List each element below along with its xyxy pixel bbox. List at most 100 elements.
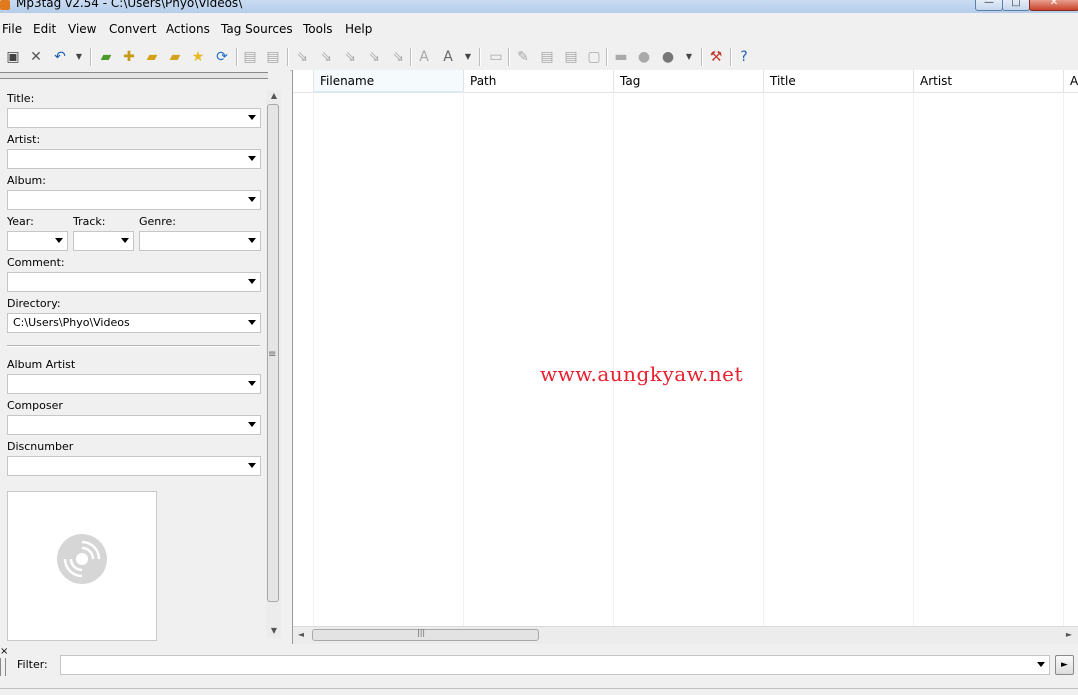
- case-dropdown-icon[interactable]: ▼: [463, 47, 473, 67]
- open-folder-icon[interactable]: ▰: [165, 47, 185, 67]
- column-header-label: Artist: [920, 74, 953, 88]
- copy-tag-icon[interactable]: ▤: [240, 47, 260, 67]
- filename-filename-icon[interactable]: ⇘: [340, 47, 360, 67]
- menu-actions[interactable]: Actions: [166, 22, 210, 36]
- export-icon[interactable]: ▤: [537, 47, 557, 67]
- composer-field[interactable]: [7, 415, 261, 435]
- column-gridline: [613, 92, 614, 626]
- scroll-left-icon[interactable]: ◄: [295, 630, 307, 639]
- save-icon[interactable]: ▣: [3, 47, 23, 67]
- column-header-title[interactable]: Title: [764, 70, 914, 92]
- favorites-star-icon[interactable]: ★: [188, 47, 208, 67]
- chevron-down-icon[interactable]: [248, 463, 256, 468]
- title-field[interactable]: [7, 108, 261, 128]
- comment-field[interactable]: [7, 272, 261, 292]
- mp3tag-app-icon: [0, 0, 10, 10]
- directory-value: C:\Users\Phyo\Videos: [13, 316, 130, 329]
- comment-label: Comment:: [7, 256, 65, 269]
- discnumber-field[interactable]: [7, 456, 261, 476]
- edit-tag-icon[interactable]: ✎: [513, 47, 533, 67]
- extended-tags-icon[interactable]: ▭: [486, 47, 506, 67]
- chevron-down-icon[interactable]: [55, 238, 63, 243]
- genre-field[interactable]: [139, 231, 261, 251]
- discogs-icon[interactable]: ●: [634, 47, 654, 67]
- chevron-down-icon[interactable]: [248, 279, 256, 284]
- filename-tag-icon[interactable]: ⇘: [316, 47, 336, 67]
- album-field[interactable]: [7, 190, 261, 210]
- refresh-icon[interactable]: ⟳: [212, 47, 232, 67]
- maximize-icon: □: [1011, 0, 1021, 8]
- column-header-label: Tag: [620, 74, 641, 88]
- add-directory-icon[interactable]: ✚: [119, 47, 139, 67]
- tag-sources-icon[interactable]: ●: [658, 47, 678, 67]
- change-directory-icon[interactable]: ▰: [96, 47, 116, 67]
- file-list[interactable]: Filename ^ Path Tag Title Artist A www.a…: [292, 70, 1078, 644]
- track-field[interactable]: [73, 231, 134, 251]
- cover-art[interactable]: [7, 491, 157, 641]
- menu-help[interactable]: Help: [345, 22, 372, 36]
- close-button[interactable]: ✕: [1029, 0, 1078, 11]
- options-icon[interactable]: ⚒: [706, 47, 726, 67]
- autonumber-icon[interactable]: A: [414, 47, 434, 67]
- freedb-icon[interactable]: ▬: [611, 47, 631, 67]
- tag-tag-icon[interactable]: ⇘: [388, 47, 408, 67]
- splitter-grip-icon[interactable]: ≡: [268, 349, 276, 360]
- toolbar-separator: [90, 48, 92, 66]
- menu-tag-sources[interactable]: Tag Sources: [221, 22, 293, 36]
- album-artist-field[interactable]: [7, 374, 261, 394]
- filter-go-button[interactable]: ►: [1055, 655, 1074, 675]
- menu-edit[interactable]: Edit: [33, 22, 56, 36]
- chevron-down-icon[interactable]: [248, 422, 256, 427]
- chevron-down-icon[interactable]: [248, 381, 256, 386]
- minimize-button[interactable]: —: [975, 0, 1003, 11]
- chevron-down-icon[interactable]: [248, 156, 256, 161]
- chevron-down-icon[interactable]: [248, 115, 256, 120]
- menu-tools[interactable]: Tools: [303, 22, 333, 36]
- composer-label: Composer: [7, 399, 63, 412]
- year-field[interactable]: [7, 231, 68, 251]
- scroll-down-icon[interactable]: ▼: [268, 626, 280, 635]
- remove-icon[interactable]: ✕: [26, 47, 46, 67]
- column-header-filename[interactable]: Filename ^: [314, 70, 464, 92]
- filter-close-icon[interactable]: ×: [0, 646, 8, 657]
- scroll-right-icon[interactable]: ►: [1063, 630, 1075, 639]
- menu-file[interactable]: File: [2, 22, 22, 36]
- maximize-button[interactable]: □: [1002, 0, 1030, 11]
- column-header-artist[interactable]: Artist: [914, 70, 1064, 92]
- chevron-down-icon[interactable]: [248, 238, 256, 243]
- text-tag-icon[interactable]: ⇘: [364, 47, 384, 67]
- autonumber-wizard-icon[interactable]: ▢: [584, 47, 604, 67]
- filter-grip[interactable]: [0, 658, 6, 676]
- favorite-folder-icon[interactable]: ▰: [142, 47, 162, 67]
- toolbar-separator: [287, 48, 289, 66]
- paste-tag-icon[interactable]: ▤: [263, 47, 283, 67]
- undo-dropdown-icon[interactable]: ▼: [74, 47, 84, 67]
- file-list-header: Filename ^ Path Tag Title Artist A: [293, 70, 1078, 93]
- artist-field[interactable]: [7, 149, 261, 169]
- scroll-up-icon[interactable]: ▲: [268, 91, 280, 100]
- chevron-down-icon[interactable]: [121, 238, 129, 243]
- directory-field[interactable]: C:\Users\Phyo\Videos: [7, 313, 261, 333]
- column-header-tag[interactable]: Tag: [614, 70, 764, 92]
- column-header-album[interactable]: A: [1064, 70, 1078, 92]
- help-icon[interactable]: ?: [734, 47, 754, 67]
- column-header-path[interactable]: Path: [464, 70, 614, 92]
- playlist-icon[interactable]: ▤: [561, 47, 581, 67]
- undo-icon[interactable]: ↶: [50, 47, 70, 67]
- tag-sources-dropdown-icon[interactable]: ▼: [684, 47, 694, 67]
- panel-title-bar[interactable]: [0, 72, 268, 79]
- chevron-down-icon[interactable]: [248, 320, 256, 325]
- file-list-hscrollbar[interactable]: ◄ ||| ►: [293, 626, 1078, 644]
- chevron-down-icon[interactable]: [248, 197, 256, 202]
- chevron-down-icon[interactable]: [1037, 662, 1045, 667]
- hscroll-thumb[interactable]: |||: [312, 628, 539, 641]
- column-gridline: [313, 92, 314, 626]
- menu-convert[interactable]: Convert: [109, 22, 156, 36]
- filter-input[interactable]: [60, 655, 1050, 675]
- toolbar-separator: [730, 48, 732, 66]
- menu-view[interactable]: View: [68, 22, 96, 36]
- tag-filename-icon[interactable]: ⇘: [292, 47, 312, 67]
- case-conversion-icon[interactable]: A: [438, 47, 458, 67]
- column-gridline: [763, 92, 764, 626]
- toolbar-separator: [410, 48, 412, 66]
